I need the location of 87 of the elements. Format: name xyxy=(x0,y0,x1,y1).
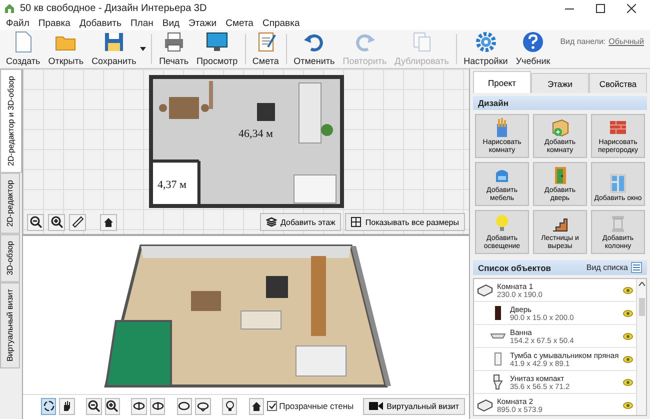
zoom-out-icon xyxy=(88,400,100,412)
toolbar-button[interactable]: Смета xyxy=(248,30,283,68)
orbit-left-button[interactable] xyxy=(131,398,147,414)
menu-item[interactable]: Смета xyxy=(226,18,254,28)
home-icon xyxy=(103,216,114,228)
lightbulb-icon xyxy=(224,400,236,412)
ruler-icon xyxy=(72,216,84,228)
toolbar-button[interactable]: Открыть xyxy=(44,30,88,68)
toolbar-button[interactable]: Учебник xyxy=(512,30,554,68)
visibility-eye-icon[interactable] xyxy=(623,356,633,362)
app-icon xyxy=(4,2,15,14)
virtual-tour-button[interactable]: Виртуальный визит xyxy=(362,398,466,414)
zoom-out-button[interactable] xyxy=(27,214,44,230)
scrollbar-thumb[interactable] xyxy=(638,298,644,316)
rotate-icon xyxy=(42,400,55,412)
room-area-label: 46,34 м xyxy=(238,128,273,140)
home-button[interactable] xyxy=(100,214,117,230)
visibility-eye-icon[interactable] xyxy=(623,402,633,408)
bathtub-icon xyxy=(490,333,506,339)
camera-icon xyxy=(368,402,383,410)
ruler-button[interactable] xyxy=(69,214,86,230)
panel-tab[interactable]: Свойства xyxy=(589,73,647,93)
menu-item[interactable]: Файл xyxy=(6,18,30,28)
menu-item[interactable]: Правка xyxy=(38,18,70,28)
cabinet-icon xyxy=(494,352,502,366)
tilt-down-button[interactable] xyxy=(195,398,210,414)
tilt-up-button[interactable] xyxy=(176,398,192,414)
section-header: Дизайн xyxy=(478,98,508,108)
section-header: Список объектов xyxy=(478,262,552,272)
zoom-in-icon xyxy=(106,400,118,412)
menu-item[interactable]: Справка xyxy=(262,18,300,28)
window-title: 50 кв свободное - Дизайн Интерьера 3D xyxy=(20,2,208,14)
zoom-in-button[interactable] xyxy=(48,214,65,230)
plan-button[interactable]: Добавить этаж xyxy=(260,213,342,231)
tilt-down-icon xyxy=(196,400,209,412)
lightbulb-button[interactable] xyxy=(222,398,238,414)
grid-icon xyxy=(351,217,362,227)
side-tab[interactable]: 2D-редактор и 3D-обзор xyxy=(0,69,22,173)
toolbar-button[interactable]: Отменить xyxy=(290,30,339,68)
layers-icon xyxy=(266,217,277,227)
plan-button[interactable]: Показывать все размеры xyxy=(345,213,465,231)
dropdown-arrow[interactable] xyxy=(138,46,148,52)
side-tab[interactable]: 3D-обзор xyxy=(0,234,20,282)
orbit-left-icon xyxy=(133,400,146,412)
visibility-eye-icon[interactable] xyxy=(623,286,633,294)
hand-button[interactable] xyxy=(59,398,75,414)
scrollbar[interactable] xyxy=(636,279,646,415)
toolbar-button[interactable]: Сохранить xyxy=(88,30,140,68)
panel-view-link[interactable]: Обычный xyxy=(608,37,644,46)
orbit-right-button[interactable] xyxy=(150,398,166,414)
menu-item[interactable]: Этажи xyxy=(188,18,217,28)
menu-item[interactable]: Добавить xyxy=(79,18,122,28)
zoom-out-icon xyxy=(30,216,42,228)
door-icon xyxy=(495,306,501,320)
visibility-eye-icon[interactable] xyxy=(623,332,633,340)
zoom-in-icon xyxy=(50,216,62,228)
panel-view-label: Вид панели: xyxy=(560,37,606,46)
toolbar-button[interactable]: Печать xyxy=(155,30,193,68)
home-icon xyxy=(250,400,262,412)
home-button[interactable] xyxy=(248,398,264,414)
zoom-in-button[interactable] xyxy=(104,398,120,414)
visibility-eye-icon[interactable] xyxy=(623,310,633,316)
checkbox[interactable] xyxy=(267,401,278,411)
panel-tab[interactable]: Этажи xyxy=(531,73,589,93)
menu-item[interactable]: План xyxy=(130,18,154,28)
room-area-label: 4,37 м xyxy=(158,179,186,191)
menu-item[interactable]: Вид xyxy=(162,18,180,28)
list-view-icon[interactable] xyxy=(631,262,642,273)
orbit-right-icon xyxy=(152,400,164,412)
transparent-walls-checkbox[interactable]: Прозрачные стены xyxy=(267,401,354,411)
close-icon[interactable] xyxy=(627,4,636,12)
side-tab[interactable]: Виртуальный визит xyxy=(0,282,20,368)
list-view-label[interactable]: Вид списка xyxy=(586,263,628,272)
maximize-icon[interactable] xyxy=(596,4,605,12)
window-icon xyxy=(608,173,628,193)
zoom-out-button[interactable] xyxy=(86,398,102,414)
monitor-icon xyxy=(205,30,230,54)
visibility-eye-icon[interactable] xyxy=(623,378,633,386)
rotate-button[interactable] xyxy=(41,398,56,414)
scroll-up-icon[interactable] xyxy=(638,282,644,286)
side-tab[interactable]: 2D-редактор xyxy=(0,172,20,234)
toolbar-button[interactable]: Настройки xyxy=(460,30,512,68)
panel-tab[interactable]: Проект xyxy=(473,71,531,93)
tilt-up-icon xyxy=(178,400,190,412)
toolbar-button[interactable]: Создать xyxy=(2,30,44,68)
room-add-icon xyxy=(550,117,570,137)
toolbar-button[interactable]: Просмотр xyxy=(192,30,242,68)
